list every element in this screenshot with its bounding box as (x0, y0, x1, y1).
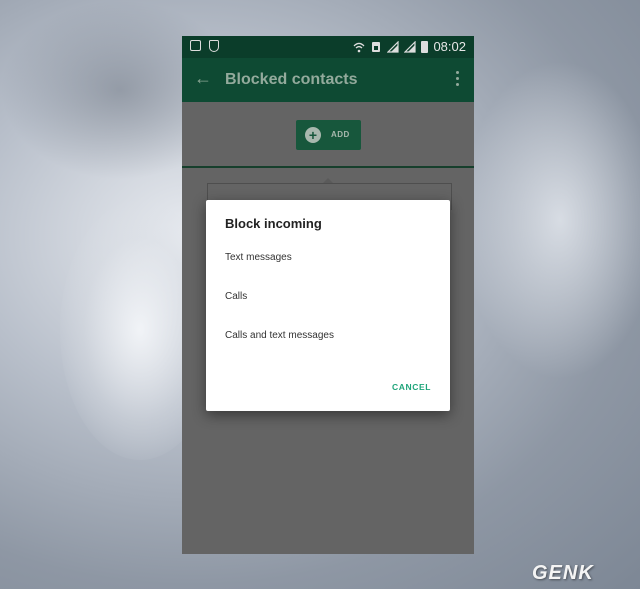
status-bar: 08:02 (182, 36, 474, 58)
cancel-button[interactable]: CANCEL (392, 382, 431, 392)
signal-icon (404, 40, 417, 53)
wifi-icon (353, 42, 365, 52)
option-calls[interactable]: Calls (225, 291, 247, 302)
add-button-label: ADD (331, 130, 350, 139)
status-time: 08:02 (433, 39, 466, 54)
watermark-logo: GENK (532, 562, 594, 584)
option-calls-and-text-messages[interactable]: Calls and text messages (225, 330, 334, 341)
page-title: Blocked contacts (225, 71, 358, 88)
sim-icon (372, 41, 381, 52)
gallery-icon (190, 40, 201, 51)
divider (182, 166, 474, 168)
option-text-messages[interactable]: Text messages (225, 252, 292, 263)
app-bar: ← Blocked contacts (182, 58, 474, 102)
shield-icon (209, 40, 219, 52)
more-vert-icon[interactable] (456, 71, 460, 86)
add-button[interactable]: + ADD (296, 120, 361, 150)
background-blur (460, 60, 640, 380)
battery-icon (421, 40, 429, 53)
block-incoming-dialog: Block incoming Text messages Calls Calls… (206, 200, 450, 411)
dialog-title: Block incoming (225, 216, 322, 231)
signal-icon (387, 40, 400, 53)
plus-circle-icon: + (305, 127, 321, 143)
arrow-back-icon[interactable]: ← (194, 68, 212, 89)
